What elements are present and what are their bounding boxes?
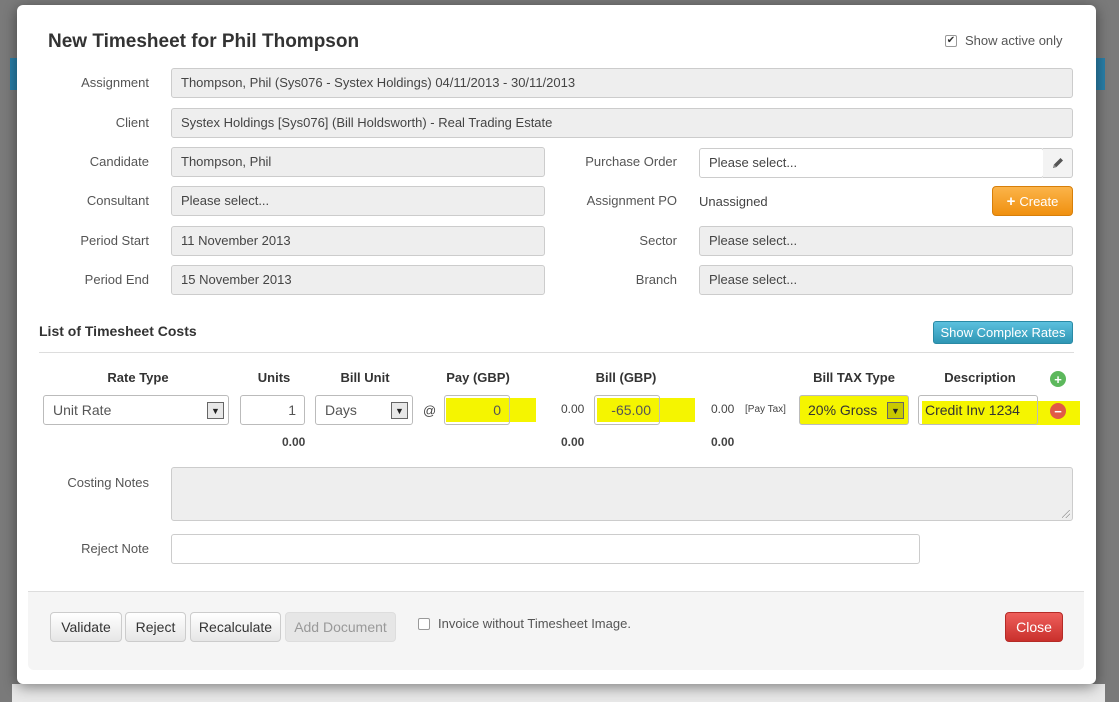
candidate-field[interactable]: Thompson, Phil — [171, 147, 545, 177]
invoice-without-image-checkbox[interactable] — [418, 617, 430, 630]
dropdown-arrow-icon: ▼ — [207, 402, 224, 419]
header-pay: Pay (GBP) — [446, 370, 510, 385]
assignment-field[interactable]: Thompson, Phil (Sys076 - Systex Holdings… — [171, 68, 1073, 98]
branch-select[interactable]: Please select... — [699, 265, 1073, 295]
units-input[interactable]: 1 — [240, 395, 305, 425]
show-active-only-checkbox[interactable]: ✔ — [945, 34, 957, 47]
pencil-icon — [1052, 158, 1063, 168]
costing-notes-textarea[interactable] — [171, 467, 1073, 521]
dropdown-arrow-icon: ▼ — [887, 402, 904, 419]
period-end-field[interactable]: 15 November 2013 — [171, 265, 545, 295]
section-divider — [39, 352, 1074, 353]
period-end-label: Period End — [84, 272, 149, 287]
timesheet-modal: New Timesheet for Phil Thompson ✔ Show a… — [17, 5, 1096, 684]
bill-calculated: 0.00 — [711, 402, 735, 416]
client-label: Client — [115, 115, 149, 130]
at-symbol: @ — [423, 403, 437, 418]
reject-button[interactable]: Reject — [125, 612, 186, 642]
bill-tax-type-select[interactable]: 20% Gross ▼ — [799, 395, 909, 425]
close-button[interactable]: Close — [1005, 612, 1063, 642]
period-start-label: Period Start — [80, 233, 149, 248]
show-complex-rates-button[interactable]: Show Complex Rates — [933, 321, 1073, 344]
header-rate-type: Rate Type — [107, 370, 169, 385]
header-bill-tax-type: Bill TAX Type — [813, 370, 895, 385]
header-units: Units — [257, 370, 291, 385]
dropdown-arrow-icon: ▼ — [391, 402, 408, 419]
assignment-po-label: Assignment PO — [586, 193, 677, 208]
purchase-order-select[interactable]: Please select... — [699, 148, 1044, 178]
recalculate-button[interactable]: Recalculate — [190, 612, 281, 642]
pay-input[interactable]: 0 — [444, 395, 510, 425]
backdrop-page-bottom — [12, 684, 1105, 702]
client-field[interactable]: Systex Holdings [Sys076] (Bill Holdswort… — [171, 108, 1073, 138]
sector-select[interactable]: Please select... — [699, 226, 1073, 256]
assignment-label: Assignment — [81, 75, 149, 90]
show-active-only-option[interactable]: ✔ Show active only — [945, 33, 1063, 48]
header-description: Description — [944, 370, 1016, 385]
sector-label: Sector — [639, 233, 677, 248]
dialog-title: New Timesheet for Phil Thompson — [48, 31, 360, 52]
reject-note-label: Reject Note — [81, 541, 149, 556]
show-active-only-label: Show active only — [965, 33, 1063, 48]
header-bill: Bill (GBP) — [595, 370, 657, 385]
branch-label: Branch — [635, 272, 677, 287]
candidate-label: Candidate — [89, 154, 149, 169]
create-button[interactable]: + Create — [992, 186, 1073, 216]
pay-calculated: 0.00 — [561, 402, 585, 416]
description-input[interactable]: Credit Inv 1234 — [918, 395, 1038, 425]
consultant-label: Consultant — [86, 193, 149, 208]
add-document-button[interactable]: Add Document — [285, 612, 396, 642]
bill-input[interactable]: -65.00 — [594, 395, 660, 425]
rate-type-value: Unit Rate — [53, 402, 112, 418]
remove-row-icon[interactable]: − — [1050, 403, 1066, 419]
period-start-field[interactable]: 11 November 2013 — [171, 226, 545, 256]
invoice-without-image-option[interactable]: Invoice without Timesheet Image. — [418, 616, 631, 631]
validate-button[interactable]: Validate — [50, 612, 122, 642]
add-row-icon[interactable]: + — [1050, 371, 1066, 387]
reject-note-input[interactable] — [171, 534, 920, 564]
bill-unit-value: Days — [325, 402, 357, 418]
units-total: 0.00 — [282, 435, 306, 449]
create-button-label: Create — [1019, 193, 1059, 209]
resize-handle-icon[interactable] — [1062, 510, 1070, 518]
assignment-po-value: Unassigned — [699, 194, 768, 209]
rate-type-select[interactable]: Unit Rate ▼ — [43, 395, 229, 425]
bill-unit-select[interactable]: Days ▼ — [315, 395, 413, 425]
pay-tax-label: [Pay Tax] — [745, 404, 786, 415]
bill-tax-type-value: 20% Gross — [808, 402, 878, 418]
invoice-without-image-label: Invoice without Timesheet Image. — [438, 616, 631, 631]
consultant-select[interactable]: Please select... — [171, 186, 545, 216]
edit-purchase-order-button[interactable] — [1043, 148, 1073, 178]
purchase-order-label: Purchase Order — [585, 154, 677, 169]
costing-notes-label: Costing Notes — [67, 475, 149, 490]
header-bill-unit: Bill Unit — [340, 370, 390, 385]
pay-total: 0.00 — [561, 435, 585, 449]
plus-icon: + — [1006, 192, 1016, 210]
costs-section-title: List of Timesheet Costs — [39, 323, 197, 339]
bill-total: 0.00 — [711, 435, 735, 449]
